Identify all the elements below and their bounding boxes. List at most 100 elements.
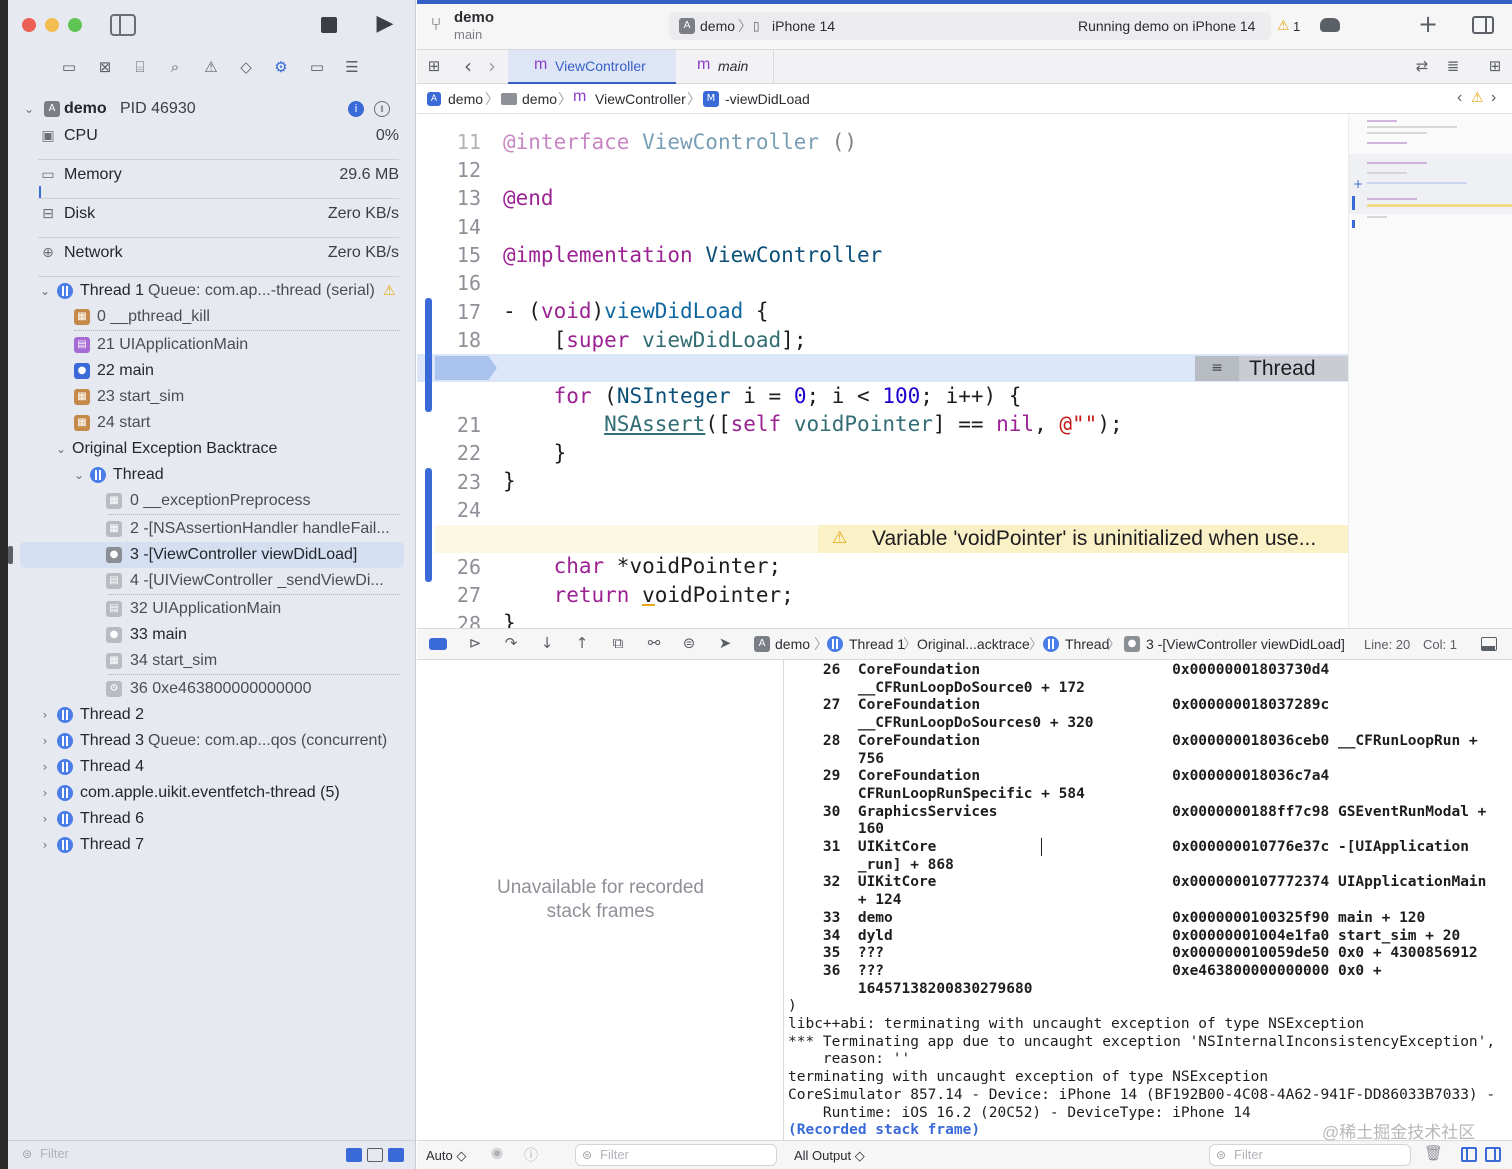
variables-view[interactable]: Unavailable for recorded stack frames <box>417 660 784 1140</box>
chevron-down-icon[interactable]: ⌄ <box>54 436 68 462</box>
find-navigator-icon[interactable]: ⌕ <box>164 56 186 78</box>
stack-frame-row[interactable]: ● 33 main <box>28 622 403 648</box>
stack-frame-row[interactable]: ⚙ 36 0xe463800000000000 <box>28 676 403 702</box>
minimize-window-button[interactable] <box>45 18 59 32</box>
warning-icon[interactable]: ⚠ <box>1471 88 1484 108</box>
thread-view-icon[interactable]: ‖ <box>374 101 390 117</box>
step-over-icon[interactable]: ↷ <box>501 634 521 654</box>
warning-count[interactable]: 1 <box>1293 17 1300 37</box>
breakpoint-navigator-icon[interactable]: ▭ <box>306 56 328 78</box>
info-icon[interactable]: i <box>348 101 364 117</box>
run-play-icon[interactable]: ▶ <box>373 12 397 36</box>
thread-row[interactable]: › Thread 3 Queue: com.ap...qos (concurre… <box>28 728 403 754</box>
stack-frame-row[interactable]: ▦ 34 start_sim <box>28 648 403 674</box>
process-row[interactable]: ⌄ A demo PID 46930 i ‖ <box>22 96 403 122</box>
stack-frame-row[interactable]: ▦ 0 __exceptionPreprocess <box>28 488 403 514</box>
filter-crashed-threads-icon[interactable] <box>346 1148 362 1162</box>
exception-thread-row[interactable]: ⌄ Thread <box>28 462 403 488</box>
debug-crumb-backtrace[interactable]: Original...acktrace <box>917 634 1030 654</box>
environment-overrides-icon[interactable]: ⊜ <box>679 634 699 654</box>
stop-icon[interactable] <box>321 17 337 33</box>
memory-graph-icon[interactable]: ⚯ <box>644 634 664 654</box>
stack-frame-row[interactable]: ▤ 32 UIApplicationMain <box>28 596 403 622</box>
chevron-down-icon[interactable]: ⌄ <box>22 96 36 122</box>
thread-row[interactable]: › Thread 6 <box>28 806 403 832</box>
destination-app[interactable]: demo <box>700 16 735 36</box>
stack-frame-row[interactable]: ▦ 24 start <box>28 410 403 436</box>
simulate-location-icon[interactable]: ➤ <box>715 634 735 654</box>
zoom-window-button[interactable] <box>68 18 82 32</box>
minimap[interactable]: + <box>1348 114 1512 628</box>
change-bar[interactable] <box>425 298 432 412</box>
network-gauge[interactable]: ⊕ Network Zero KB/s <box>38 238 399 268</box>
debug-crumb-frame[interactable]: 3 -[ViewController viewDidLoad] <box>1146 634 1345 654</box>
toggle-navigator-icon[interactable] <box>110 14 136 36</box>
thread-row[interactable]: › Thread 7 <box>28 832 403 858</box>
grid-icon[interactable]: ⊞ <box>425 57 443 75</box>
breakpoints-toggle-icon[interactable] <box>429 638 447 650</box>
chevron-right-icon[interactable]: › <box>38 806 52 832</box>
chevron-right-icon[interactable]: › <box>38 728 52 754</box>
filter-user-code-icon[interactable] <box>388 1148 404 1162</box>
close-window-button[interactable] <box>22 18 36 32</box>
stack-frame-row[interactable]: ▦ 23 start_sim <box>28 384 403 410</box>
change-bar[interactable] <box>425 468 432 582</box>
thread-annotation[interactable]: ≡ Thread <box>1195 356 1348 381</box>
test-navigator-icon[interactable]: ◇ <box>235 56 257 78</box>
debug-crumb-exception-thread[interactable]: Thread <box>1065 634 1109 654</box>
symbol-navigator-icon[interactable]: ⌸ <box>129 56 151 78</box>
variables-scope-select[interactable]: Auto ◇ <box>426 1146 466 1166</box>
stack-frame-row[interactable]: ▤ 21 UIApplicationMain <box>28 332 403 358</box>
chevron-down-icon[interactable]: ⌄ <box>38 278 52 304</box>
disk-gauge[interactable]: ⊟ Disk Zero KB/s <box>38 199 399 229</box>
jump-item-file[interactable]: ViewController <box>595 89 686 109</box>
hide-debug-area-icon[interactable] <box>1481 637 1497 651</box>
folder-icon[interactable]: ▭ <box>58 56 80 78</box>
jump-item-project[interactable]: demo <box>448 89 483 109</box>
memory-gauge[interactable]: ▭ Memory 29.6 MB <box>38 160 399 190</box>
console-filter-input[interactable]: ⊜ Filter <box>1209 1144 1411 1166</box>
step-into-icon[interactable]: ↓ <box>537 634 557 654</box>
jump-item-group[interactable]: demo <box>522 89 557 109</box>
add-icon[interactable]: + <box>1417 12 1439 36</box>
report-navigator-icon[interactable]: ☰ <box>341 56 363 78</box>
view-hierarchy-icon[interactable]: ⧉ <box>608 634 628 654</box>
stack-frame-row[interactable]: ● 22 main <box>28 358 403 384</box>
forward-arrow-icon[interactable]: › <box>483 54 501 78</box>
scheme-title[interactable]: demo <box>454 9 494 26</box>
show-variables-icon[interactable] <box>1461 1147 1477 1162</box>
trash-icon[interactable]: 🗑 <box>1424 1144 1443 1166</box>
info-icon[interactable]: ⓘ <box>521 1145 541 1165</box>
previous-issue-icon[interactable]: ‹ <box>1457 88 1462 108</box>
related-items-icon[interactable]: ⇄ <box>1412 57 1432 77</box>
console-output-select[interactable]: All Output ◇ <box>794 1146 865 1166</box>
editor-options-icon[interactable]: ≣ <box>1441 57 1465 77</box>
stack-frame-row[interactable]: ▤ 4 -[UIViewController _sendViewDi... <box>28 568 403 594</box>
console-output[interactable]: 26 CoreFoundation 0x00000001803730d4 __C… <box>785 660 1512 1140</box>
chevron-right-icon[interactable]: › <box>38 780 52 806</box>
chevron-down-icon[interactable]: ⌄ <box>72 462 86 488</box>
stack-frame-row[interactable]: ▦ 2 -[NSAssertionHandler handleFail... <box>28 516 403 542</box>
cpu-gauge[interactable]: ▣ CPU 0% <box>38 121 399 151</box>
thread-row[interactable]: › Thread 4 <box>28 754 403 780</box>
tab-main[interactable]: m main <box>679 50 774 84</box>
source-control-icon[interactable]: ⊠ <box>94 56 116 78</box>
filter-frames-icon[interactable] <box>367 1148 383 1162</box>
sidebar-filter-input[interactable]: ⊜ Filter <box>16 1144 338 1166</box>
tab-viewcontroller[interactable]: m ViewController <box>508 50 676 84</box>
next-issue-icon[interactable]: › <box>1491 88 1496 108</box>
back-arrow-icon[interactable]: ‹ <box>459 54 477 78</box>
selected-stack-frame-row[interactable]: ● 3 -[ViewController viewDidLoad] <box>28 542 403 568</box>
thread-row[interactable]: ⌄ Thread 1 Queue: com.ap...-thread (seri… <box>28 278 403 304</box>
quick-look-icon[interactable]: ◉ <box>487 1145 507 1165</box>
chevron-right-icon[interactable]: › <box>38 832 52 858</box>
warning-icon[interactable]: ⚠ <box>1277 16 1290 36</box>
toggle-inspector-icon[interactable] <box>1472 16 1494 34</box>
step-out-icon[interactable]: ↑ <box>572 634 592 654</box>
thread-row[interactable]: › Thread 2 <box>28 702 403 728</box>
exception-backtrace-group[interactable]: ⌄ Original Exception Backtrace <box>28 436 403 462</box>
thread-row[interactable]: › com.apple.uikit.eventfetch-thread (5) <box>28 780 403 806</box>
destination-device[interactable]: iPhone 14 <box>772 16 835 36</box>
split-editor-icon[interactable]: ⊞ <box>1485 57 1505 77</box>
chevron-right-icon[interactable]: › <box>38 702 52 728</box>
